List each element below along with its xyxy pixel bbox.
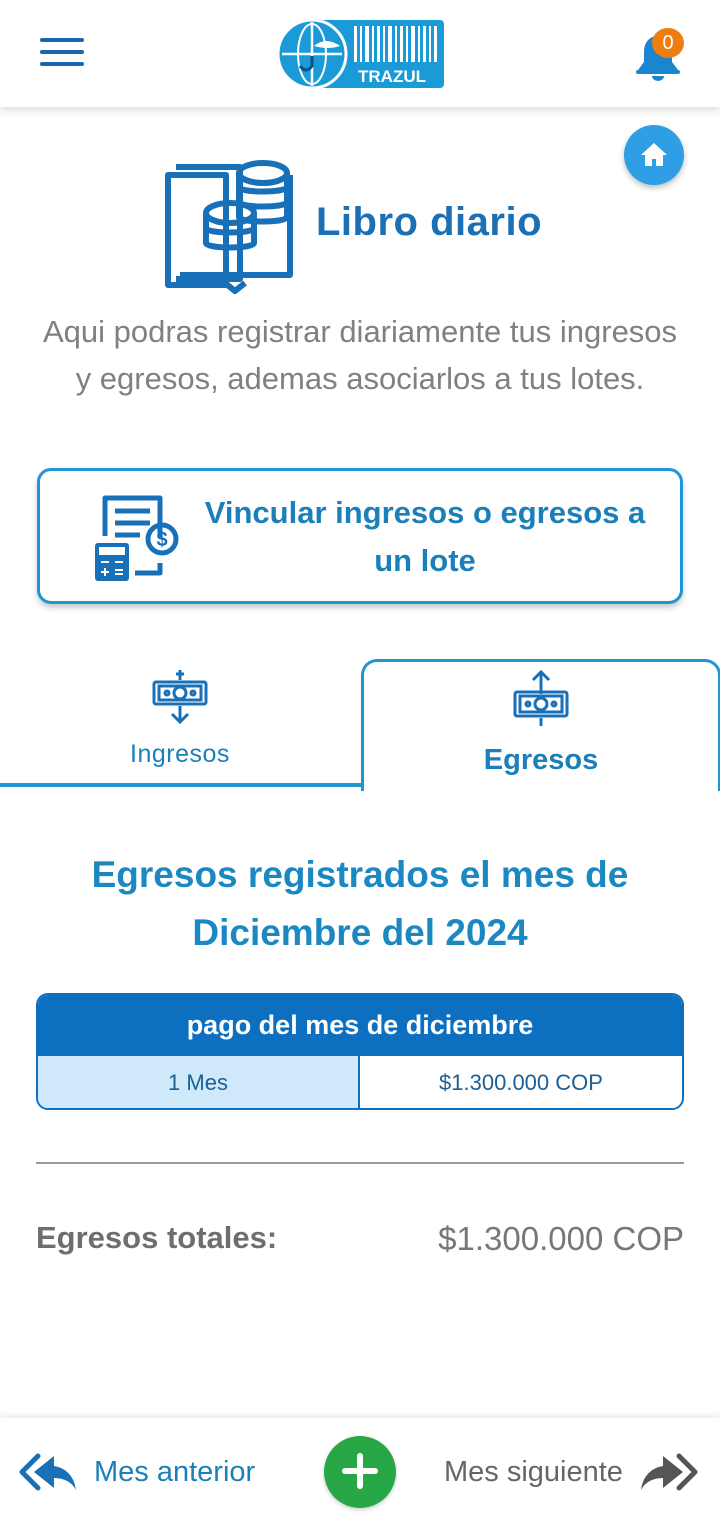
total-value: $1.300.000 COP <box>438 1220 684 1257</box>
reply-all-left-icon <box>19 1453 76 1491</box>
home-button[interactable] <box>624 125 684 185</box>
next-month-label: Mes siguiente <box>444 1455 623 1488</box>
notification-count-badge: 0 <box>652 28 684 58</box>
previous-month-label: Mes anterior <box>94 1455 256 1488</box>
tab-ingresos-label: Ingresos <box>130 740 230 768</box>
app-header: TRAZUL 0 <box>0 0 720 107</box>
record-title: pago del mes de diciembre <box>38 995 682 1056</box>
record-period: 1 Mes <box>38 1056 360 1108</box>
tab-egresos-label: Egresos <box>483 744 599 776</box>
forward-all-right-icon <box>640 1453 698 1491</box>
link-to-lot-button[interactable]: $ Vincular ingresos o egresos a un lote <box>37 468 683 604</box>
total-label: Egresos totales: <box>36 1220 278 1255</box>
trazul-logo: TRAZUL <box>276 18 444 90</box>
next-month-button[interactable]: Mes siguiente <box>444 1450 699 1494</box>
bottom-navigation: Mes anterior Mes siguiente <box>0 1418 720 1521</box>
logo-text: TRAZUL <box>358 67 426 86</box>
tab-egresos[interactable]: Egresos <box>361 659 720 791</box>
svg-text:$: $ <box>156 529 167 551</box>
tab-ingresos[interactable]: Ingresos <box>0 660 360 784</box>
daily-book-screen: TRAZUL 0 Libro diario Aqui podras regist… <box>0 0 720 1521</box>
add-record-button[interactable] <box>324 1436 396 1508</box>
page-title: Libro diario <box>316 200 542 244</box>
divider <box>36 1162 684 1164</box>
page-description: Aqui podras registrar diariamente tus in… <box>42 314 678 396</box>
record-amount: $1.300.000 COP <box>360 1056 682 1108</box>
link-to-lot-label: Vincular ingresos o egresos a un lote <box>204 495 646 578</box>
ledger-coins-icon <box>165 160 293 294</box>
money-in-icon <box>152 670 208 725</box>
previous-month-button[interactable]: Mes anterior <box>18 1450 255 1494</box>
money-out-icon <box>513 670 569 726</box>
hamburger-menu-icon[interactable] <box>40 38 88 74</box>
section-title: Egresos registrados el mes de Diciembre … <box>91 854 629 953</box>
expense-record-card[interactable]: pago del mes de diciembre 1 Mes $1.300.0… <box>36 993 684 1110</box>
calculator-document-icon: $ <box>95 495 179 581</box>
table-row: 1 Mes $1.300.000 COP <box>38 1056 682 1108</box>
home-icon <box>641 143 667 166</box>
